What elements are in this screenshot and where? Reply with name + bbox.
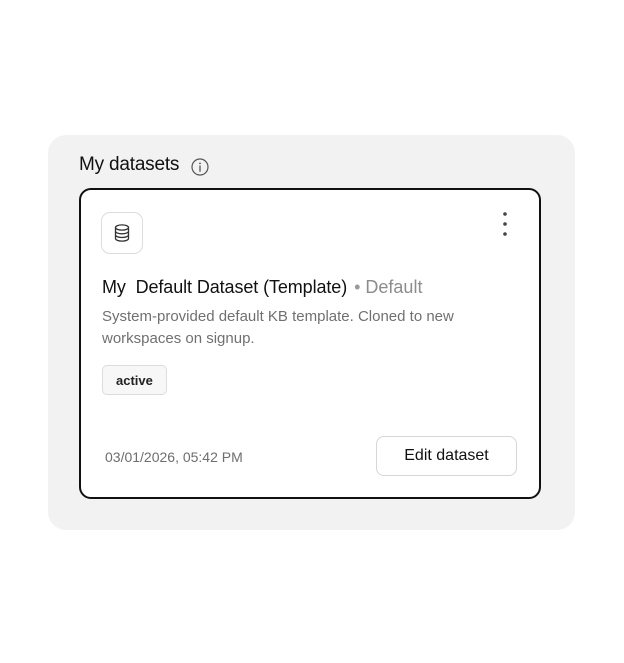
dataset-title-row: My Default Dataset (Template) • Default	[102, 277, 422, 298]
updated-timestamp: 03/01/2026, 05:42 PM	[105, 449, 243, 465]
panel-title: My datasets	[79, 154, 180, 175]
my-datasets-panel: My datasets My Default Dataset (Template…	[48, 135, 575, 530]
dataset-card[interactable]: My Default Dataset (Template) • Default Sy…	[79, 188, 541, 499]
edit-dataset-button[interactable]: Edit dataset	[376, 436, 517, 476]
status-badge: active	[102, 365, 167, 395]
info-icon[interactable]	[191, 157, 209, 176]
more-vertical-icon[interactable]	[493, 210, 517, 238]
database-icon	[101, 212, 143, 254]
title-separator: •	[354, 277, 361, 297]
dataset-description: System-provided default KB template. Clo…	[102, 308, 454, 347]
dataset-title: My Default Dataset (Template)	[102, 277, 348, 297]
panel-header: My datasets	[79, 154, 209, 176]
default-label: Default	[365, 277, 423, 297]
